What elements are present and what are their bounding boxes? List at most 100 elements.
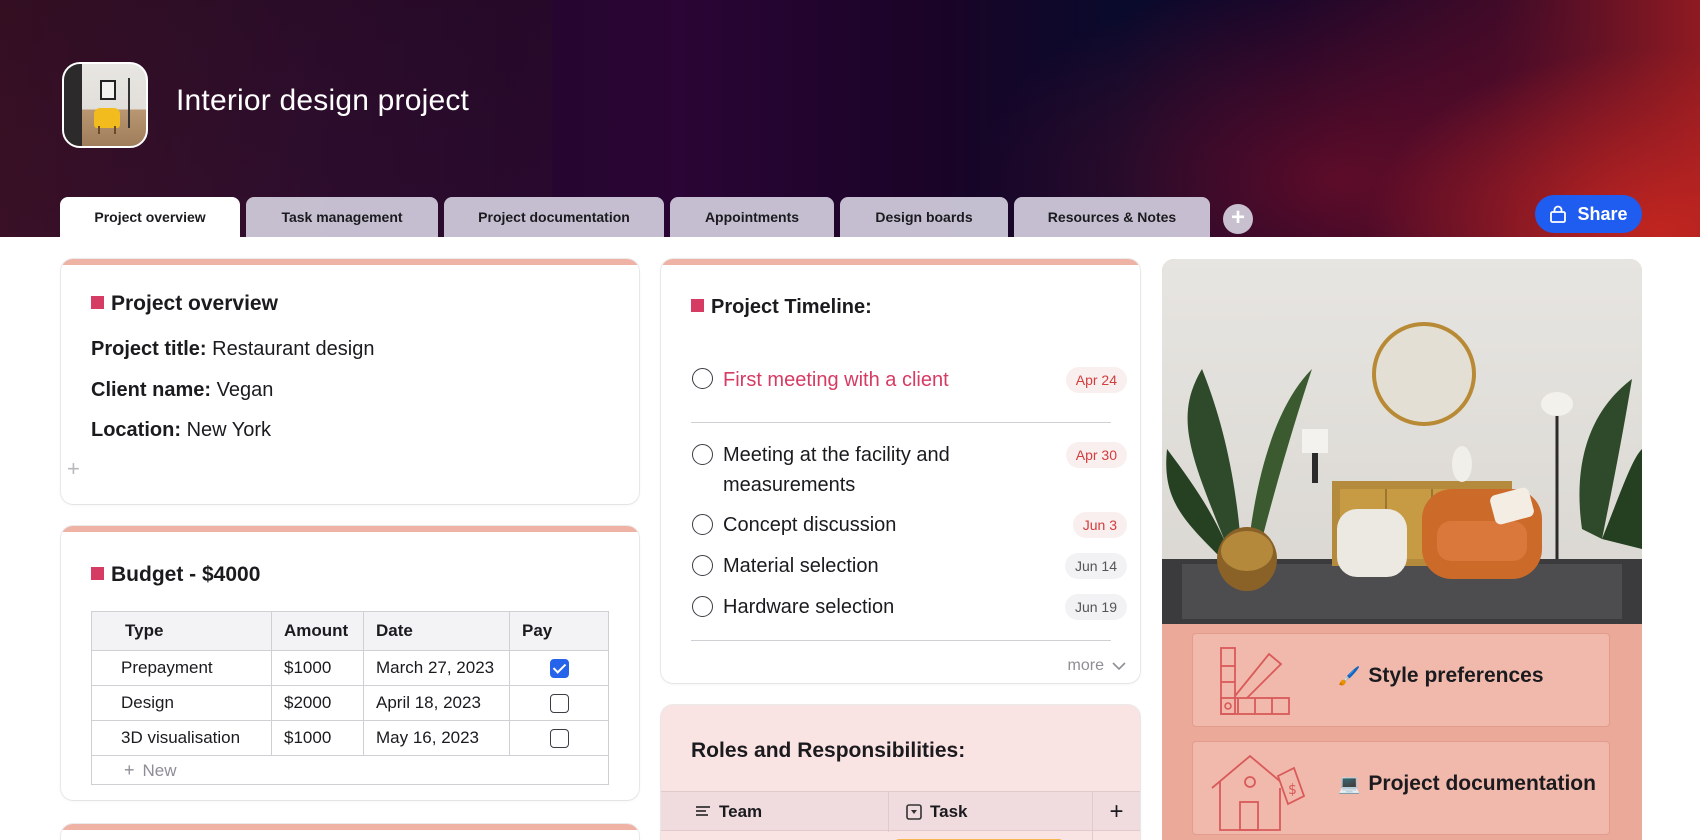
lock-icon <box>1550 205 1567 223</box>
cell-type[interactable]: Design <box>91 685 272 721</box>
column-header-type[interactable]: Type <box>91 611 272 651</box>
tab-task-management[interactable]: Task management <box>246 197 438 237</box>
cell-amount[interactable]: $1000 <box>271 650 364 686</box>
accent-square <box>91 567 104 580</box>
cell-type[interactable]: 3D visualisation <box>91 720 272 756</box>
more-button[interactable]: more <box>1068 657 1126 675</box>
tile-label: 💻 Project documentation <box>1338 772 1596 796</box>
pay-checkbox[interactable] <box>549 729 569 748</box>
timeline-item[interactable]: First meeting with a client Apr 24 <box>692 365 1133 395</box>
text-lines-icon <box>696 806 710 816</box>
laptop-emoji-icon: 💻 <box>1338 774 1361 794</box>
tile-label-text: Project documentation <box>1368 772 1596 795</box>
column-header-task[interactable]: Task <box>889 792 1093 832</box>
style-preferences-link[interactable]: 🖌️ Style preferences <box>1192 633 1610 727</box>
timeline-item[interactable]: Concept discussion Jun 3 <box>692 510 1133 540</box>
project-icon-chair-legs <box>98 126 116 134</box>
timeline-date-badge: Apr 30 <box>1065 442 1127 468</box>
add-block-button[interactable]: + <box>67 456 80 482</box>
cell-amount[interactable]: $2000 <box>271 685 364 721</box>
project-icon-lamp <box>128 78 130 128</box>
roles-table-header: Team Task + <box>661 791 1140 832</box>
timeline-item-text: First meeting with a client <box>723 369 949 391</box>
project-icon-wall <box>64 64 82 146</box>
pay-checkbox[interactable] <box>549 659 569 678</box>
project-icon-frame <box>100 80 116 100</box>
cell-type[interactable]: Prepayment <box>91 650 272 686</box>
card-accent-bar <box>61 824 639 830</box>
timeline-check-circle[interactable] <box>692 368 713 389</box>
table-header-row: Type Amount Date Pay <box>91 611 609 651</box>
budget-card: Budget - $4000 Type Amount Date Pay Prep… <box>61 526 639 800</box>
column-header-pay[interactable]: Pay <box>509 611 609 651</box>
timeline-item-text: Concept discussion <box>723 514 897 536</box>
page-title: Interior design project <box>176 84 470 117</box>
field-label: Project title: <box>91 338 207 360</box>
column-header-label: Team <box>719 802 763 821</box>
card-accent-bar <box>661 259 1140 265</box>
field-value: New York <box>186 419 272 441</box>
cell-amount[interactable]: $1000 <box>271 720 364 756</box>
new-row-button[interactable]: + New <box>91 755 609 785</box>
tab-resources-notes[interactable]: Resources & Notes <box>1014 197 1210 237</box>
location-field: Location: New York <box>91 419 271 442</box>
share-button[interactable]: Share <box>1535 195 1642 233</box>
tile-label: 🖌️ Style preferences <box>1338 664 1544 688</box>
timeline-check-circle[interactable] <box>692 596 713 617</box>
overview-heading: Project overview <box>91 292 278 316</box>
cell-date[interactable]: May 16, 2023 <box>363 720 510 756</box>
column-header-amount[interactable]: Amount <box>271 611 364 651</box>
timeline-item[interactable]: Hardware selection Jun 19 <box>692 592 1133 622</box>
task-cell[interactable] <box>889 831 1093 840</box>
more-label: more <box>1067 657 1104 674</box>
next-card <box>61 824 639 840</box>
tab-design-boards[interactable]: Design boards <box>840 197 1008 237</box>
project-documentation-link[interactable]: $ 💻 Project documentation <box>1192 741 1610 835</box>
timeline-card: Project Timeline: First meeting with a c… <box>661 259 1140 683</box>
living-room-photo <box>1162 259 1642 624</box>
tab-bar: Project overview Task management Project… <box>60 197 1216 237</box>
timeline-item-text: Meeting at the facility and measurements <box>723 444 950 496</box>
timeline-check-circle[interactable] <box>692 444 713 465</box>
plus-icon: + <box>124 759 135 780</box>
tab-project-documentation[interactable]: Project documentation <box>444 197 664 237</box>
field-label: Location: <box>91 419 181 441</box>
table-row: 3D visualisation $1000 May 16, 2023 <box>91 720 609 756</box>
house-price-icon: $ <box>1211 754 1306 831</box>
table-row: Design $2000 April 18, 2023 <box>91 685 609 721</box>
add-column-button[interactable]: + <box>1093 792 1140 832</box>
new-row-label: New <box>142 760 177 780</box>
timeline-item[interactable]: Material selection Jun 14 <box>692 551 1133 581</box>
timeline-item[interactable]: Meeting at the facility and measurements… <box>692 440 1133 500</box>
timeline-divider <box>691 422 1111 423</box>
budget-table: Type Amount Date Pay Prepayment $1000 Ma… <box>91 611 609 785</box>
timeline-heading: Project Timeline: <box>691 296 872 319</box>
cell-date[interactable]: April 18, 2023 <box>363 685 510 721</box>
timeline-date-badge: Apr 24 <box>1065 367 1127 393</box>
card-accent-bar <box>61 526 639 532</box>
budget-heading: Budget - $4000 <box>91 563 260 587</box>
svg-text:$: $ <box>1288 782 1297 798</box>
timeline-check-circle[interactable] <box>692 514 713 535</box>
budget-title: Budget - $4000 <box>111 563 261 586</box>
add-tab-button[interactable]: + <box>1223 204 1253 234</box>
pay-checkbox[interactable] <box>549 694 569 713</box>
cell-pay <box>509 650 609 686</box>
column-header-date[interactable]: Date <box>363 611 510 651</box>
timeline-date-badge: Jun 14 <box>1064 553 1127 579</box>
card-accent-bar <box>61 259 639 265</box>
tab-project-overview[interactable]: Project overview <box>60 197 240 237</box>
timeline-date-badge: Jun 3 <box>1072 512 1127 538</box>
timeline-check-circle[interactable] <box>692 555 713 576</box>
client-name-field: Client name: Vegan <box>91 379 273 402</box>
cell-date[interactable]: March 27, 2023 <box>363 650 510 686</box>
project-icon[interactable] <box>62 62 148 148</box>
timeline-title: Project Timeline: <box>711 296 872 318</box>
tab-appointments[interactable]: Appointments <box>670 197 834 237</box>
share-label: Share <box>1577 203 1628 224</box>
column-header-team[interactable]: Team <box>661 792 889 832</box>
chevron-down-icon <box>1112 662 1126 671</box>
timeline-divider <box>691 640 1111 641</box>
table-row: Prepayment $1000 March 27, 2023 <box>91 650 609 686</box>
field-label: Client name: <box>91 379 212 401</box>
